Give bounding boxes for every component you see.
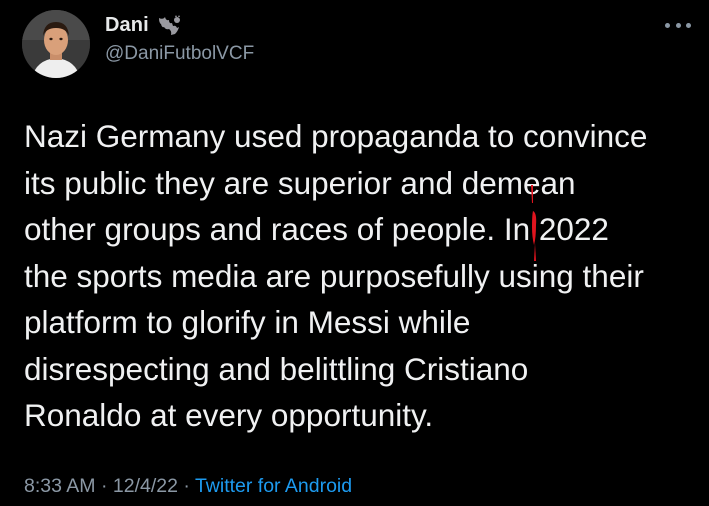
author-name-row[interactable]: Dani — [105, 12, 183, 38]
tweet-source-link[interactable]: Twitter for Android — [195, 475, 352, 497]
more-horizontal-icon — [665, 22, 670, 28]
more-options-button[interactable] — [665, 18, 691, 32]
tweet-date[interactable]: 12/4/22 — [113, 475, 178, 497]
tweet-meta: 8:33 AM · 12/4/22 · Twitter for Android — [24, 475, 352, 498]
more-horizontal-icon — [675, 22, 681, 28]
meta-separator: · — [95, 475, 113, 497]
tweet: Dani @DaniFutbolVCF Nazi Germany used pr… — [0, 0, 709, 506]
profile-photo-icon — [22, 10, 90, 78]
display-name[interactable]: Dani — [105, 14, 149, 37]
bat-icon — [157, 14, 183, 36]
more-horizontal-icon — [686, 22, 691, 28]
avatar[interactable] — [22, 10, 90, 78]
tweet-time[interactable]: 8:33 AM — [24, 475, 96, 497]
author-handle[interactable]: @DaniFutbolVCF — [105, 43, 254, 65]
tweet-text: Nazi Germany used propaganda to convince… — [24, 118, 648, 433]
meta-separator: · — [177, 475, 195, 497]
